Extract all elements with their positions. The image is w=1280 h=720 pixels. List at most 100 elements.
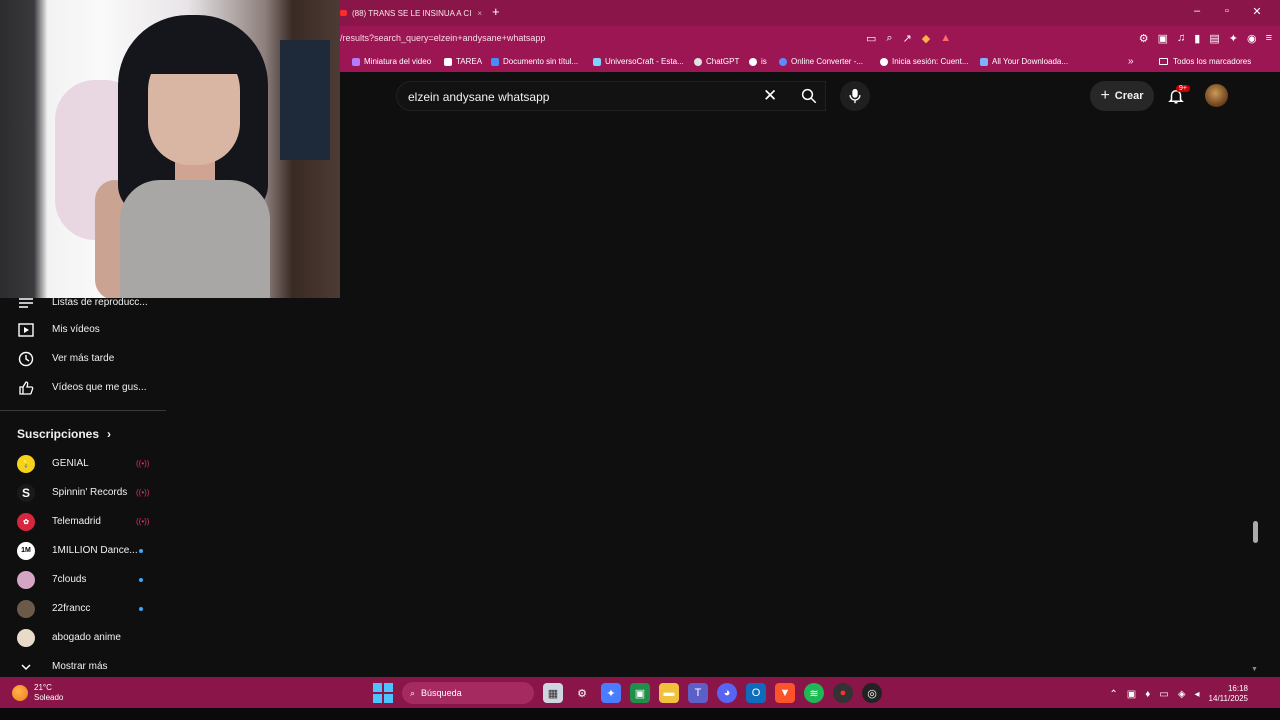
bottom-strip xyxy=(0,708,1280,720)
show-more-label: Mostrar más xyxy=(52,661,108,672)
restore-button[interactable]: ▫ xyxy=(1212,5,1242,18)
channel-name: 1MILLION Dance... xyxy=(52,545,138,556)
subscription-channel[interactable]: ✿ Telemadrid ((•)) xyxy=(0,507,166,536)
weather-widget[interactable]: 21°C Soleado xyxy=(12,683,63,703)
system-tray: ⌃ ▣ ♦ ▭ ◈ ◂ 16:18 14/11/2025 xyxy=(1109,684,1248,704)
address-bar-actions: ▭ ⌕ ↗ ◆ ▲ xyxy=(866,32,951,45)
minecraft-icon[interactable]: ▣ xyxy=(630,683,650,703)
wallet-icon[interactable]: ▤ xyxy=(1209,32,1219,45)
new-content-dot xyxy=(139,578,143,582)
cast-icon[interactable]: ▭ xyxy=(866,32,876,45)
teams-icon[interactable]: T xyxy=(688,683,708,703)
subscription-channel[interactable]: 💡 GENIAL ((•)) xyxy=(0,449,166,478)
search-icon: ⌕ xyxy=(410,687,416,698)
sidebar-item-liked-videos[interactable]: Vídeos que me gus... xyxy=(0,373,166,402)
channel-avatar: S xyxy=(17,483,35,502)
outlook-icon[interactable]: O xyxy=(746,683,766,703)
file-explorer-icon[interactable]: ▬ xyxy=(659,683,679,703)
tab-title: (88) TRANS SE LE INSINUA A CIRILO xyxy=(351,8,472,18)
menu-icon[interactable]: ≡ xyxy=(1266,32,1272,45)
browser-tab[interactable]: (88) TRANS SE LE INSINUA A CIRILO × xyxy=(338,2,484,24)
clock[interactable]: 16:18 14/11/2025 xyxy=(1209,684,1248,704)
subscription-channel[interactable]: 1M 1MILLION Dance... xyxy=(0,536,166,565)
taskbar-search[interactable]: ⌕ Búsqueda xyxy=(402,682,534,704)
bookmark-favicon-icon xyxy=(593,57,601,66)
sidebar-item-watch-later[interactable]: Ver más tarde xyxy=(0,344,166,373)
chevron-up-icon[interactable]: ⌃ xyxy=(1109,689,1117,700)
windows-start-icon[interactable] xyxy=(373,683,393,703)
subscription-channel[interactable]: 7clouds xyxy=(0,565,166,594)
music-icon[interactable]: ♫ xyxy=(1177,32,1185,45)
search-icon xyxy=(801,88,817,104)
channel-name: 7clouds xyxy=(52,574,87,585)
steam-icon[interactable]: ⚙ xyxy=(572,683,592,703)
bookmark-item[interactable]: Documento sin títul... xyxy=(491,57,578,66)
clock-icon xyxy=(17,350,35,368)
subscriptions-title: Suscripciones xyxy=(17,427,100,441)
brave-rewards-icon[interactable]: ▲ xyxy=(940,32,951,45)
youtube-favicon-icon xyxy=(340,10,347,16)
webcam-overlay xyxy=(0,0,340,298)
volume-icon[interactable]: ◂ xyxy=(1195,689,1200,700)
subscription-channel[interactable]: 22francc xyxy=(0,594,166,623)
subscription-channel[interactable]: S Spinnin' Records ((•)) xyxy=(0,478,166,507)
channel-avatar xyxy=(17,599,35,618)
weather-condition: Soleado xyxy=(34,693,64,702)
account-avatar[interactable] xyxy=(1205,84,1228,107)
bookmark-favicon-icon xyxy=(779,57,787,66)
bookmark-item[interactable]: TAREA xyxy=(444,57,482,66)
more-bookmarks-button[interactable]: » xyxy=(1128,56,1134,67)
bookmark-item[interactable]: All Your Downloada... xyxy=(980,57,1068,66)
sidebar-item-my-videos[interactable]: Mis vídeos xyxy=(0,315,166,344)
channel-name: 22francc xyxy=(52,603,91,614)
tray-app-icon[interactable]: ▣ xyxy=(1127,689,1136,700)
share-icon[interactable]: ↗ xyxy=(903,32,912,45)
discord-icon[interactable]: ◕ xyxy=(717,683,737,703)
subscriptions-heading[interactable]: Suscripciones › xyxy=(17,427,111,441)
close-window-button[interactable]: ✕ xyxy=(1242,5,1272,18)
notification-badge: 9+ xyxy=(1176,85,1190,92)
copilot-icon[interactable]: ✦ xyxy=(601,683,621,703)
minimize-button[interactable]: – xyxy=(1182,5,1212,18)
search-button[interactable] xyxy=(792,81,826,111)
zoom-icon[interactable]: ⌕ xyxy=(886,32,892,45)
clear-search-icon[interactable]: ✕ xyxy=(763,86,777,106)
obs-icon[interactable]: ◎ xyxy=(862,683,882,703)
sidebar-icon[interactable]: ▮ xyxy=(1194,32,1200,45)
bookmark-item[interactable]: Inicia sesión: Cuent... xyxy=(880,57,968,66)
new-tab-button[interactable]: + xyxy=(492,4,500,19)
bookmark-item[interactable]: Miniatura del video xyxy=(352,57,431,66)
bookmark-item[interactable]: Online Converter -... xyxy=(779,57,863,66)
bookmark-item[interactable]: UniversoCraft - Esta... xyxy=(593,57,684,66)
task-view-icon[interactable]: ▦ xyxy=(543,683,563,703)
all-bookmarks-button[interactable]: Todos los marcadores xyxy=(1159,57,1251,66)
sun-icon xyxy=(12,685,28,701)
brave-browser-icon[interactable]: ▼ xyxy=(775,683,795,703)
recording-app-icon[interactable]: ● xyxy=(833,683,853,703)
ai-icon[interactable]: ✦ xyxy=(1229,32,1238,45)
microphone-icon[interactable]: ♦ xyxy=(1145,689,1150,700)
voice-search-button[interactable] xyxy=(840,81,870,111)
search-input[interactable]: elzein andysane whatsapp ✕ xyxy=(396,81,826,111)
bookmark-item[interactable]: is xyxy=(749,57,767,66)
folder-icon xyxy=(1159,58,1168,65)
brave-shield-icon[interactable]: ◆ xyxy=(922,32,930,45)
tab-close-icon[interactable]: × xyxy=(477,9,484,18)
bookmark-item[interactable]: ChatGPT xyxy=(694,57,739,66)
url-field[interactable]: /results?search_query=elzein+andysane+wh… xyxy=(340,33,545,43)
screenshot-icon[interactable]: ▣ xyxy=(1158,32,1168,45)
scrollbar-thumb[interactable] xyxy=(1253,521,1258,543)
plus-icon: + xyxy=(1100,87,1110,104)
new-content-dot xyxy=(139,549,143,553)
create-button[interactable]: + Crear xyxy=(1090,81,1154,111)
display-icon[interactable]: ▭ xyxy=(1159,689,1168,700)
subscription-channel[interactable]: abogado anime xyxy=(0,623,166,652)
screen: (88) TRANS SE LE INSINUA A CIRILO × + – … xyxy=(0,0,1280,720)
scroll-down-icon[interactable]: ▼ xyxy=(1251,666,1258,673)
sidebar-item-label: Listas de reproducc... xyxy=(52,297,148,308)
extensions-icon[interactable]: ⚙ xyxy=(1139,32,1149,45)
vpn-icon[interactable]: ◉ xyxy=(1247,32,1257,45)
network-icon[interactable]: ◈ xyxy=(1178,689,1186,700)
spotify-icon[interactable]: ≋ xyxy=(804,683,824,703)
google-icon xyxy=(880,57,888,66)
